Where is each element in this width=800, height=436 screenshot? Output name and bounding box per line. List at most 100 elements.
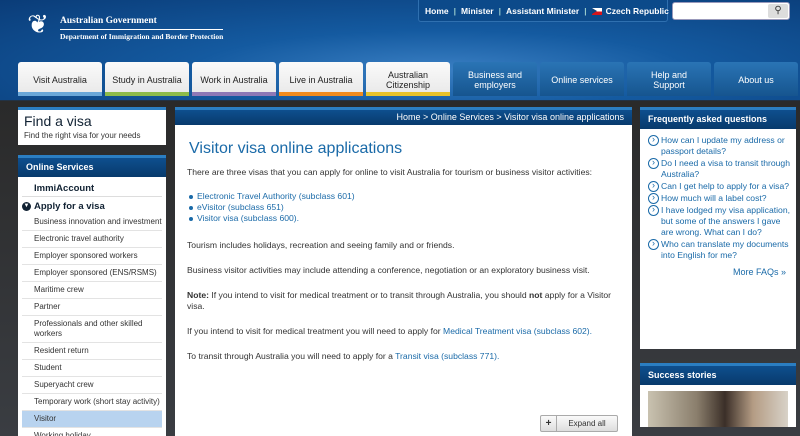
menu-item[interactable]: Visitor [22, 411, 162, 428]
left-sidebar: Find a visa Find the right visa for your… [18, 107, 166, 436]
evisitor-link[interactable]: eVisitor (subclass 651) [197, 202, 284, 212]
list-item[interactable]: Electronic Travel Authority (subclass 60… [187, 191, 620, 202]
right-sidebar: Frequently asked questions How can I upd… [640, 107, 796, 436]
faq-link[interactable]: I have lodged my visa application, but s… [646, 205, 790, 238]
apply-label: Apply for a visa [34, 201, 105, 212]
search-icon: ⚲ [774, 5, 782, 16]
expand-all-label: Expand all [568, 419, 606, 428]
tab-visit-australia[interactable]: Visit Australia [18, 62, 102, 96]
main-content: Home > Online Services > Visitor visa on… [175, 107, 632, 436]
list-item[interactable]: Visitor visa (subclass 600). [187, 213, 620, 224]
tab-online-services[interactable]: Online services [540, 62, 624, 96]
topnav-separator: | [453, 5, 457, 16]
tab-australian-citizenship[interactable]: Australian Citizenship [366, 62, 450, 96]
tab-accent-bar [366, 92, 450, 96]
tab-business-and-employers[interactable]: Business and employers [453, 62, 537, 96]
menu-item[interactable]: Electronic travel authority [22, 231, 162, 248]
visitor-visa-link[interactable]: Visitor visa (subclass 600). [197, 213, 299, 223]
topnav-home[interactable]: Home [425, 6, 449, 16]
note-paragraph: Note: If you intend to visit for medical… [187, 290, 620, 312]
tab-label: Help and Support [650, 70, 688, 90]
apply-for-visa-link[interactable]: ▼ Apply for a visa [22, 197, 162, 214]
plus-icon: + [541, 416, 557, 431]
search-input[interactable] [675, 5, 767, 18]
gov-line1: Australian Government [60, 16, 157, 26]
language-selector[interactable]: Czech Republic▼ [591, 6, 679, 16]
menu-item[interactable]: Employer sponsored (ENS/RSMS) [22, 265, 162, 282]
transit-text: To transit through Australia you will ne… [187, 351, 396, 361]
menu-item[interactable]: Working holiday [22, 428, 162, 436]
gov-line2: Department of Immigration and Border Pro… [60, 29, 223, 41]
tab-label: About us [738, 75, 774, 85]
top-nav: Home | Minister | Assistant Minister | C… [418, 0, 679, 22]
transit-visa-link[interactable]: Transit visa (subclass 771). [395, 351, 499, 361]
tab-help-and-support[interactable]: Help and Support [627, 62, 711, 96]
faq-link[interactable]: How much will a label cost? [646, 193, 790, 204]
tab-label: Online services [551, 75, 613, 85]
tab-about-us[interactable]: About us [714, 62, 798, 96]
faq-link[interactable]: Can I get help to apply for a visa? [646, 181, 790, 192]
search-box: ⚲ [672, 2, 790, 20]
find-visa-subtitle: Find the right visa for your needs [24, 131, 141, 140]
find-visa-title: Find a visa [24, 113, 92, 129]
tab-accent-bar [18, 92, 102, 96]
transit-paragraph: To transit through Australia you will ne… [187, 351, 620, 362]
online-services-menu: ImmiAccount ▼ Apply for a visa Business i… [18, 177, 166, 436]
site-header: ❦ Australian Government Department of Im… [0, 0, 800, 100]
visa-type-list: Business innovation and investment Electr… [22, 214, 162, 436]
topnav-minister[interactable]: Minister [461, 6, 494, 16]
coat-of-arms-icon: ❦ [27, 10, 49, 40]
medical-text: If you intend to visit for medical treat… [187, 326, 444, 336]
faq-link[interactable]: How can I update my address or passport … [646, 135, 790, 157]
immiaccount-link[interactable]: ImmiAccount [22, 179, 162, 197]
menu-item[interactable]: Employer sponsored workers [22, 248, 162, 265]
faq-heading: Frequently asked questions [640, 107, 796, 129]
menu-item[interactable]: Business innovation and investment [22, 214, 162, 231]
faq-list: How can I update my address or passport … [646, 135, 790, 261]
menu-item[interactable]: Superyacht crew [22, 377, 162, 394]
chevron-down-icon: ▼ [22, 202, 31, 211]
note-label: Note: [187, 290, 209, 300]
success-stories-heading: Success stories [640, 363, 796, 385]
tab-accent-bar [105, 92, 189, 96]
success-story-photo[interactable] [648, 391, 788, 427]
topnav-assistant-minister[interactable]: Assistant Minister [506, 6, 579, 16]
more-faqs-label: More FAQs [732, 267, 779, 277]
article: Visitor visa online applications There a… [175, 141, 632, 362]
menu-item[interactable]: Maritime crew [22, 282, 162, 299]
medical-paragraph: If you intend to visit for medical treat… [187, 326, 620, 337]
tab-accent-bar [279, 92, 363, 96]
tourism-text: Tourism includes holidays, recreation an… [187, 240, 455, 250]
tab-label: Visit Australia [33, 75, 87, 85]
tab-study-in-australia[interactable]: Study in Australia [105, 62, 189, 96]
faq-panel: How can I update my address or passport … [640, 129, 796, 349]
menu-item[interactable]: Resident return [22, 343, 162, 360]
government-logo[interactable]: ❦ Australian Government Department of Im… [20, 8, 223, 42]
more-faqs-link[interactable]: More FAQs » [646, 267, 790, 277]
menu-item[interactable]: Student [22, 360, 162, 377]
find-a-visa-box[interactable]: Find a visa Find the right visa for your… [18, 107, 166, 145]
menu-item[interactable]: Professionals and other skilled workers [22, 316, 162, 343]
medical-visa-link[interactable]: Medical Treatment visa (subclass 602). [443, 326, 592, 336]
eta-link[interactable]: Electronic Travel Authority (subclass 60… [197, 191, 355, 201]
success-stories-panel [640, 385, 796, 427]
double-chevron-right-icon: » [780, 267, 786, 277]
note-text1: If you intend to visit for medical treat… [208, 290, 530, 300]
czech-flag-icon [591, 7, 602, 15]
menu-item[interactable]: Temporary work (short stay activity) [22, 394, 162, 411]
tab-label: Business and employers [467, 70, 523, 90]
tab-label: Study in Australia [112, 75, 182, 85]
intro-text: There are three visas that you can apply… [187, 167, 593, 177]
tab-work-in-australia[interactable]: Work in Australia [192, 62, 276, 96]
business-text: Business visitor activities may include … [187, 265, 590, 275]
note-not: not [529, 290, 543, 300]
list-item[interactable]: eVisitor (subclass 651) [187, 202, 620, 213]
search-button[interactable]: ⚲ [768, 4, 788, 18]
expand-all-button[interactable]: + Expand all [540, 415, 618, 432]
tab-label: Live in Australia [289, 75, 353, 85]
menu-item[interactable]: Partner [22, 299, 162, 316]
faq-link[interactable]: Who can translate my documents into Engl… [646, 239, 790, 261]
faq-link[interactable]: Do I need a visa to transit through Aust… [646, 158, 790, 180]
tab-live-in-australia[interactable]: Live in Australia [279, 62, 363, 96]
breadcrumb[interactable]: Home > Online Services > Visitor visa on… [175, 107, 632, 125]
